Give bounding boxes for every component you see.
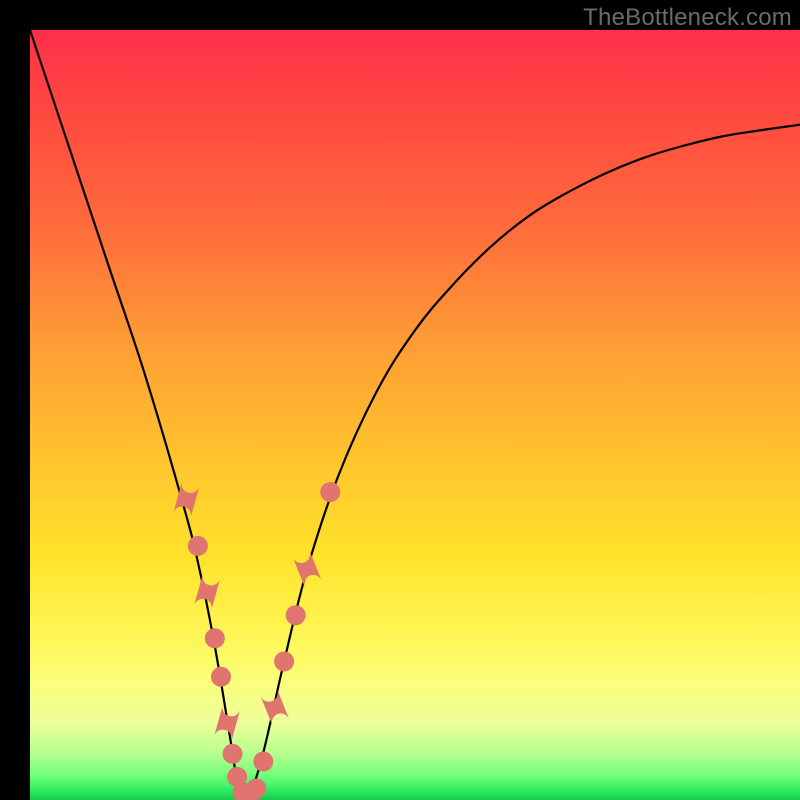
data-marker	[205, 628, 225, 648]
data-marker	[293, 551, 322, 587]
curve-svg	[30, 30, 800, 800]
plot-area	[30, 30, 800, 800]
data-marker	[274, 651, 294, 671]
data-marker	[211, 667, 231, 687]
data-marker	[253, 752, 273, 772]
data-marker	[223, 744, 243, 764]
data-marker	[188, 536, 208, 556]
data-marker	[286, 605, 306, 625]
data-marker	[246, 778, 266, 798]
data-marker	[320, 482, 340, 502]
data-marker	[261, 689, 290, 725]
marker-layer	[173, 482, 340, 800]
bottleneck-curve	[30, 30, 800, 800]
data-marker	[214, 705, 240, 741]
chart-frame: TheBottleneck.com	[0, 0, 800, 800]
watermark-text: TheBottleneck.com	[583, 4, 792, 32]
